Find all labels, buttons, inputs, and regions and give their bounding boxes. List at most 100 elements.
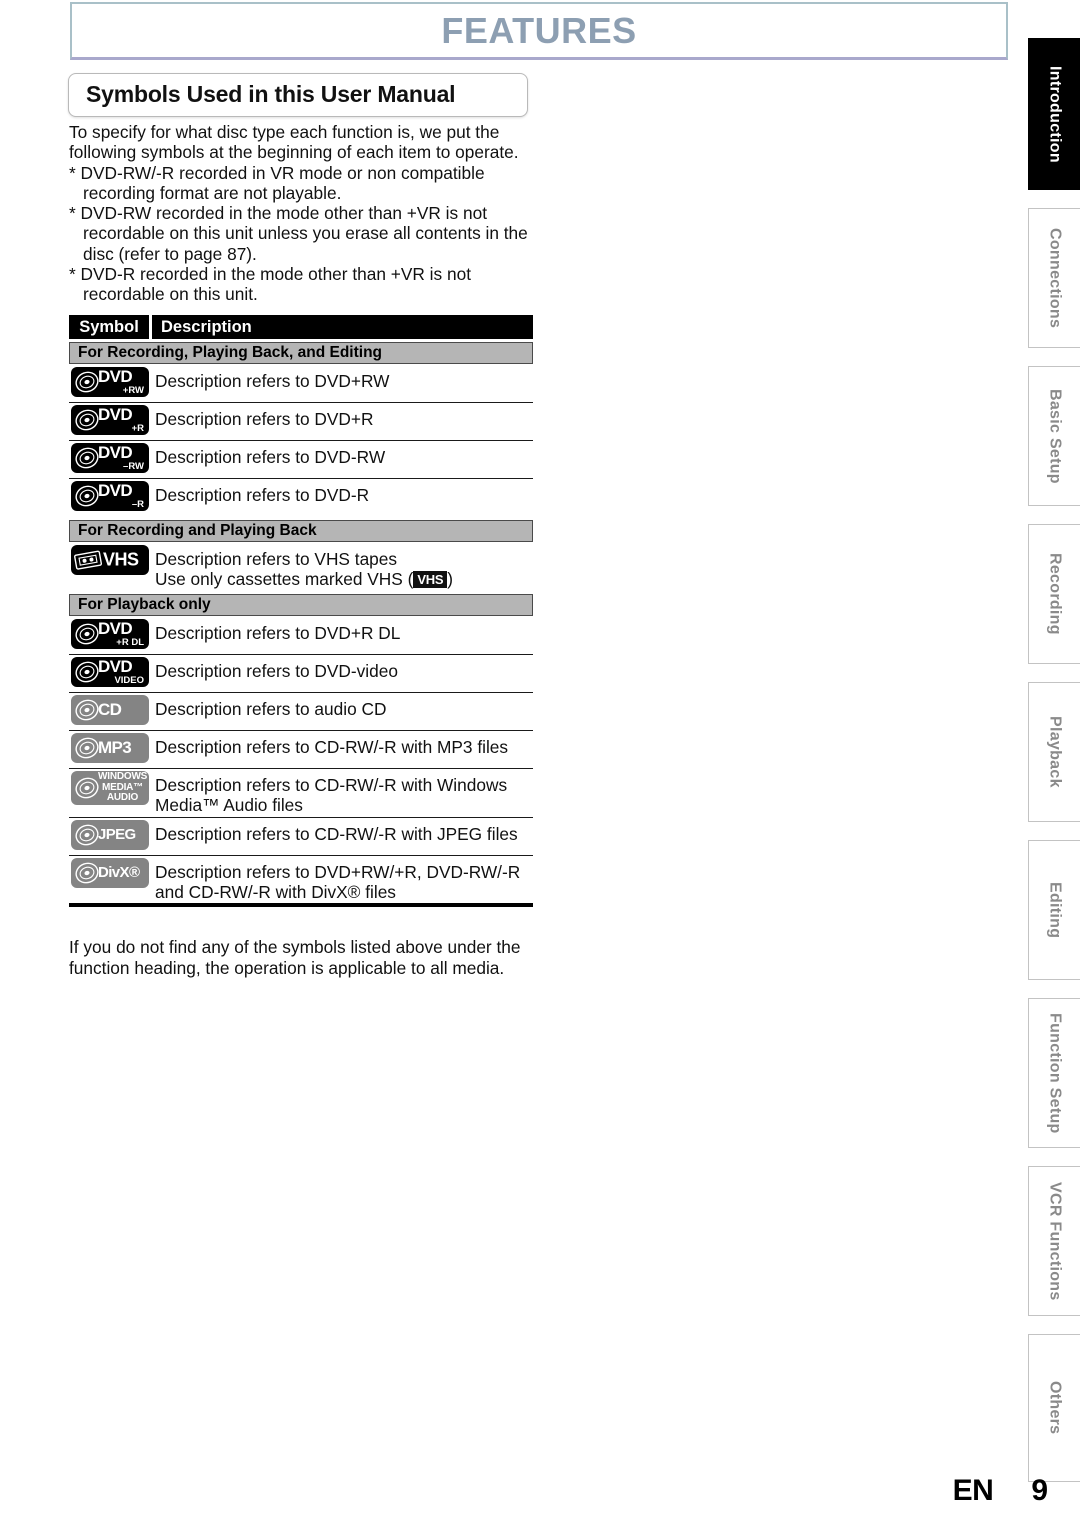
page-title: FEATURES	[441, 10, 637, 51]
intro-paragraph: To specify for what disc type each funct…	[69, 122, 539, 305]
description-cell: Description refers to CD-RW/-R with Wind…	[155, 771, 533, 816]
disc-glyph	[75, 777, 99, 799]
badge-text: DVD +R DL	[98, 619, 147, 649]
badge-text: DVD +RW	[98, 367, 147, 397]
table-row: CD Description refers to audio CD	[69, 693, 533, 731]
mp3-icon: MP3	[71, 732, 149, 763]
intro-note-2: * DVD-RW recorded in the mode other than…	[69, 203, 487, 224]
cassette-glyph	[74, 550, 103, 570]
badge-main: CD	[98, 700, 122, 720]
description-cell: Description refers to CD-RW/-R with JPEG…	[155, 823, 518, 844]
symbol-cell: DVD –R	[69, 481, 155, 511]
windows-media-audio-icon: WINDOWS MEDIA™ AUDIO	[71, 770, 149, 805]
intro-line-2: following symbols at the beginning of ea…	[69, 142, 519, 163]
badge-sub: VIDEO	[114, 675, 144, 687]
symbol-cell: DVD –RW	[69, 443, 155, 473]
description-line-1: Description refers to DVD+RW/+R, DVD-RW/…	[155, 861, 521, 882]
footer-language: EN	[952, 1474, 994, 1507]
disc-glyph	[75, 447, 99, 469]
badge-text: DivX®	[98, 858, 147, 888]
badge-main: MP3	[98, 738, 132, 758]
sidebar-item-connections[interactable]: Connections	[1028, 208, 1080, 348]
disc-glyph	[75, 699, 99, 721]
sidebar-item-playback[interactable]: Playback	[1028, 682, 1080, 822]
side-tab-nav: Introduction Connections Basic Setup Rec…	[1028, 38, 1080, 1500]
dvd-video-icon: DVD VIDEO	[71, 656, 149, 687]
vhs-line-post: )	[447, 569, 453, 590]
sidebar-item-others[interactable]: Others	[1028, 1334, 1080, 1482]
intro-note-3-cont: recordable on this unit.	[83, 284, 258, 305]
tab-label: Connections	[1046, 227, 1064, 329]
intro-note-2-cont: recordable on this unit unless you erase…	[83, 223, 528, 244]
sidebar-item-editing[interactable]: Editing	[1028, 840, 1080, 980]
symbol-cell: DVD +RW	[69, 367, 155, 397]
jpeg-icon: JPEG	[71, 819, 149, 850]
symbol-cell: DVD +R DL	[69, 618, 155, 649]
symbol-cell: WINDOWS MEDIA™ AUDIO	[69, 770, 155, 805]
symbol-cell: MP3	[69, 732, 155, 763]
symbol-cell: CD	[69, 694, 155, 725]
tab-label: Basic Setup	[1046, 388, 1064, 484]
disc-glyph	[75, 824, 99, 846]
description-cell: Description refers to DVD-R	[155, 485, 370, 505]
group-bar-recording-playing-editing: For Recording, Playing Back, and Editing	[69, 342, 533, 364]
dvd-plus-r-icon: DVD +R	[71, 405, 149, 435]
divx-icon: DivX®	[71, 857, 149, 888]
dvd-minus-rw-icon: DVD –RW	[71, 443, 149, 473]
tab-label: Introduction	[1046, 65, 1064, 163]
description-line-2: Use only cassettes marked VHS (VHS)	[155, 569, 533, 589]
disc-glyph	[75, 623, 99, 645]
badge-text: MP3	[98, 733, 147, 763]
disc-glyph	[75, 862, 99, 884]
group-bar-recording-playing-back: For Recording and Playing Back	[69, 520, 533, 542]
badge-main: DivX®	[98, 864, 140, 882]
closing-line-1: If you do not find any of the symbols li…	[69, 937, 521, 957]
vhs-icon: VHS	[71, 545, 149, 575]
badge-main: JPEG	[98, 826, 136, 844]
dvd-plus-rw-icon: DVD +RW	[71, 367, 149, 397]
sidebar-item-basic-setup[interactable]: Basic Setup	[1028, 366, 1080, 506]
vhs-line-pre: Use only cassettes marked VHS (	[155, 569, 414, 590]
description-line-2: Media™ Audio files	[155, 795, 303, 816]
tab-label: Playback	[1046, 716, 1064, 788]
table-row: DVD VIDEO Description refers to DVD-vide…	[69, 655, 533, 693]
table-header-description: Description	[152, 315, 533, 339]
disc-glyph	[75, 485, 99, 507]
intro-note-1-cont: recording format are not playable.	[83, 182, 342, 203]
audio-cd-icon: CD	[71, 694, 149, 725]
sidebar-item-function-setup[interactable]: Function Setup	[1028, 998, 1080, 1148]
table-row: WINDOWS MEDIA™ AUDIO Description refers …	[69, 769, 533, 818]
intro-note-3: * DVD-R recorded in the mode other than …	[69, 264, 471, 285]
badge-text: JPEG	[98, 820, 147, 850]
table-row: DVD +R Description refers to DVD+R	[69, 403, 533, 441]
symbol-cell: DivX®	[69, 857, 155, 888]
section-title: Symbols Used in this User Manual	[86, 81, 456, 107]
page-footer: EN 9	[953, 1474, 1048, 1508]
sidebar-item-recording[interactable]: Recording	[1028, 524, 1080, 664]
sidebar-item-introduction[interactable]: Introduction	[1028, 38, 1080, 190]
description-cell: Description refers to DVD+R	[155, 409, 374, 429]
description-cell: Description refers to DVD+RW/+R, DVD-RW/…	[155, 858, 533, 903]
tab-label: VCR Functions	[1046, 1181, 1064, 1301]
badge-text: DVD –R	[98, 481, 147, 511]
intro-note-1: * DVD-RW/-R recorded in VR mode or non c…	[69, 162, 485, 183]
footer-page-number: 9	[1031, 1474, 1048, 1507]
description-cell: Description refers to VHS tapes Use only…	[155, 545, 533, 590]
description-cell: Description refers to CD-RW/-R with MP3 …	[155, 736, 509, 757]
description-line-1: Description refers to CD-RW/-R with Wind…	[155, 774, 508, 795]
vhs-mark-icon: VHS	[413, 571, 448, 589]
symbol-cell: DVD +R	[69, 405, 155, 435]
badge-text: CD	[98, 695, 147, 725]
description-line-2: and CD-RW/-R with DivX® files	[155, 882, 396, 903]
sidebar-item-vcr-functions[interactable]: VCR Functions	[1028, 1166, 1080, 1316]
table-header-row: Symbol Description	[69, 315, 533, 339]
dvd-minus-r-icon: DVD –R	[71, 481, 149, 511]
badge-text: DVD –RW	[98, 443, 147, 473]
badge-main: DVD	[98, 443, 133, 463]
tab-label: Editing	[1046, 881, 1064, 939]
table-row: JPEG Description refers to CD-RW/-R with…	[69, 818, 533, 856]
badge-main: DVD	[98, 481, 133, 501]
closing-line-2: function heading, the operation is appli…	[69, 957, 505, 978]
symbol-cell: VHS	[69, 545, 155, 575]
description-cell: Description refers to audio CD	[155, 698, 387, 719]
